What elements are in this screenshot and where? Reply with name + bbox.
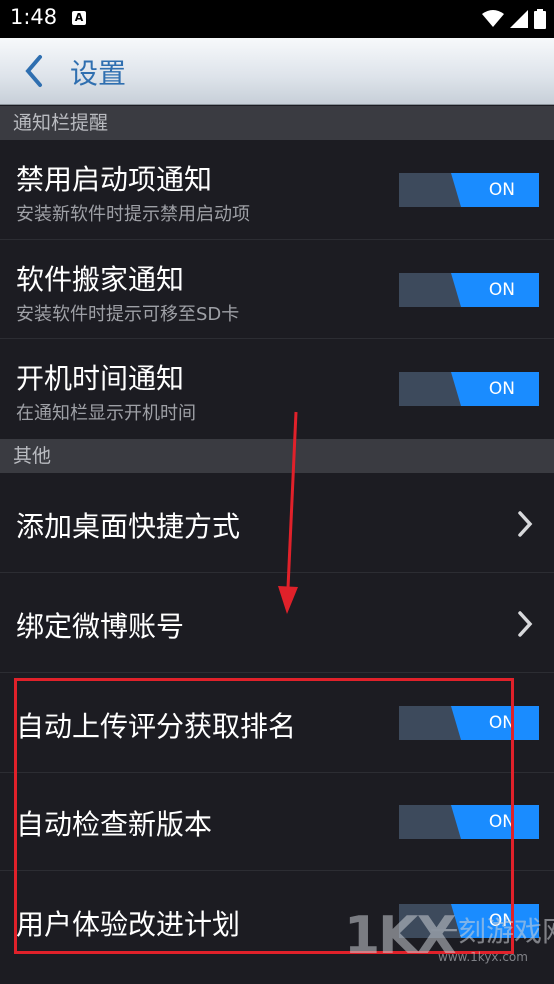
setting-subtitle: 安装软件时提示可移至SD卡 [16, 304, 240, 325]
toggle-label: ON [488, 379, 515, 399]
setting-title: 开机时间通知 [16, 362, 185, 395]
toggle-switch[interactable]: ON [399, 372, 539, 406]
setting-row-move-app-notify[interactable]: 软件搬家通知 安装软件时提示可移至SD卡 ON [0, 240, 554, 339]
chevron-right-icon[interactable] [515, 609, 535, 639]
setting-title: 添加桌面快捷方式 [16, 510, 241, 543]
toggle-label: ON [488, 713, 515, 733]
section-header-notifications: 通知栏提醒 [0, 106, 554, 140]
page-title: 设置 [70, 57, 127, 90]
toggle-label: ON [488, 180, 515, 200]
toggle-switch[interactable]: ON [399, 706, 539, 740]
wifi-icon [482, 10, 504, 27]
status-bar: 1:48 A [0, 0, 554, 38]
a-letter-icon: A [72, 11, 86, 25]
setting-title: 绑定微博账号 [16, 610, 185, 643]
chevron-right-icon[interactable] [515, 509, 535, 539]
setting-title: 用户体验改进计划 [16, 908, 241, 941]
app-bar: 设置 [0, 38, 554, 105]
battery-icon [534, 9, 546, 29]
signal-icon [510, 10, 528, 28]
watermark-name: 一刻游戏网 [430, 915, 554, 948]
setting-title: 自动上传评分获取排名 [16, 710, 297, 743]
back-chevron-icon[interactable] [20, 53, 48, 89]
annotation-arrow-icon [278, 411, 298, 614]
toggle-switch[interactable]: ON [399, 173, 539, 207]
setting-row-auto-upload-score[interactable]: 自动上传评分获取排名 ON [0, 673, 554, 773]
setting-row-auto-check-update[interactable]: 自动检查新版本 ON [0, 773, 554, 871]
toggle-label: ON [488, 280, 515, 300]
setting-title: 软件搬家通知 [16, 263, 185, 296]
toggle-label: ON [488, 812, 515, 832]
setting-row-disable-startup-notify[interactable]: 禁用启动项通知 安装新软件时提示禁用启动项 ON [0, 140, 554, 240]
setting-title: 禁用启动项通知 [16, 163, 213, 196]
status-icons [482, 7, 546, 31]
setting-title: 自动检查新版本 [16, 808, 213, 841]
toggle-switch[interactable]: ON [399, 805, 539, 839]
status-time: 1:48 [10, 5, 58, 29]
setting-subtitle: 安装新软件时提示禁用启动项 [16, 204, 250, 225]
setting-subtitle: 在通知栏显示开机时间 [16, 403, 196, 424]
watermark-url: www.1kyx.com [438, 950, 528, 964]
watermark: 1KX 一刻游戏网 www.1kyx.com [342, 906, 554, 976]
toggle-switch[interactable]: ON [399, 273, 539, 307]
